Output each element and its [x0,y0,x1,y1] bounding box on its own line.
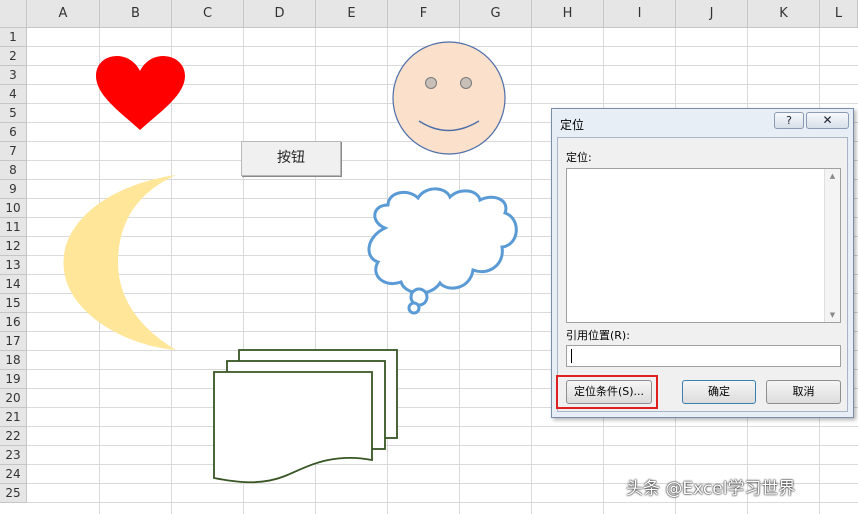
form-button[interactable]: 按钮 [241,141,341,176]
goto-listbox[interactable]: ▲ ▼ [566,168,841,323]
goto-dialog: 定位 ? ✕ 定位: ▲ ▼ 引用位置(R): 定位条件(S)... 确定 取消 [551,108,854,418]
watermark-text: 头条 @Excel学习世界 [626,479,796,499]
scroll-down-icon[interactable]: ▼ [825,308,840,322]
reference-label: 引用位置(R): [566,329,630,342]
dialog-title: 定位 [560,118,585,132]
cancel-button[interactable]: 取消 [766,380,841,404]
text-caret [571,349,572,363]
close-button[interactable]: ✕ [806,112,849,129]
reference-input[interactable] [566,345,841,367]
ok-button[interactable]: 确定 [682,380,756,404]
spreadsheet: ABCDEFGHIJKL 1 2 3 4 5 6 7 8 9 10 11 12 13 14 15 16 17 18… [0,0,858,514]
goto-label: 定位: [566,151,592,164]
special-button-highlight [556,375,658,409]
dialog-body: 定位: ▲ ▼ 引用位置(R): 定位条件(S)... 确定 取消 [557,137,848,412]
scroll-up-icon[interactable]: ▲ [825,169,840,183]
help-button[interactable]: ? [774,112,804,129]
listbox-scrollbar[interactable]: ▲ ▼ [824,169,840,322]
